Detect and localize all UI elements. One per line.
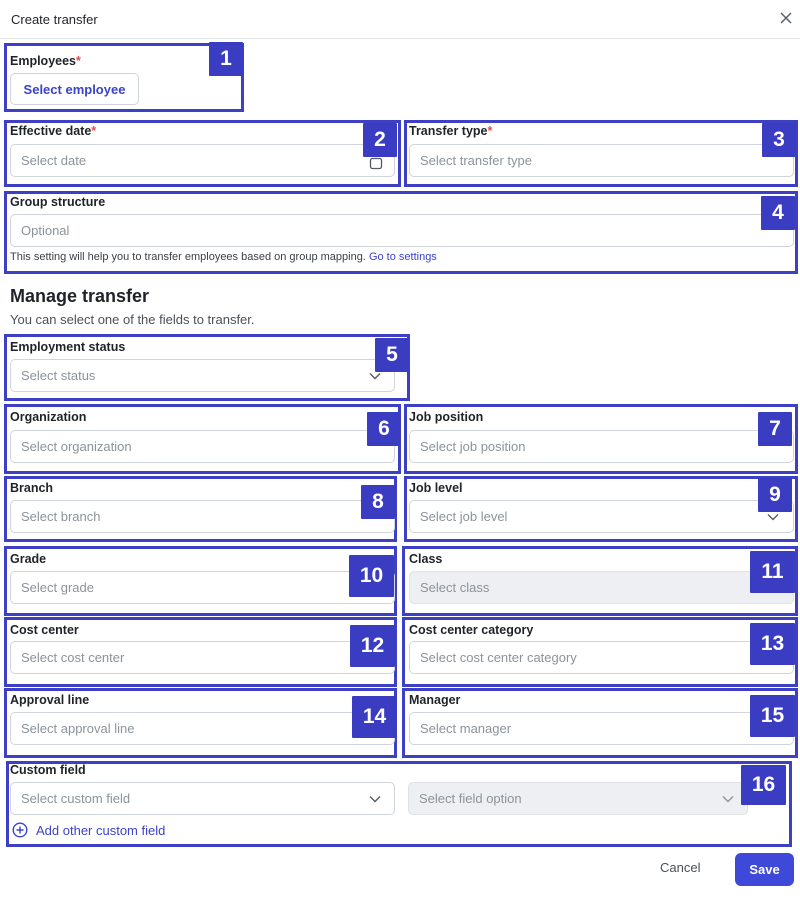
chevron-down-icon: [722, 796, 734, 803]
manager-select[interactable]: Select manager: [409, 712, 794, 745]
group-structure-label: Group structure: [10, 195, 106, 209]
cost-center-category-select[interactable]: Select cost center category: [409, 641, 794, 674]
group-structure-helper: This setting will help you to transfer e…: [10, 251, 437, 263]
annotation-badge: 1: [209, 42, 243, 76]
employment-status-select[interactable]: Select status: [10, 359, 395, 392]
select-employee-button[interactable]: Select employee: [10, 73, 139, 105]
annotation-badge: 13: [750, 623, 795, 665]
plus-circle-icon: [12, 822, 28, 838]
add-custom-field-link[interactable]: Add other custom field: [12, 822, 165, 838]
employees-label: Employees*: [10, 54, 81, 68]
add-custom-field-label: Add other custom field: [36, 822, 166, 838]
job-position-select[interactable]: Select job position: [409, 430, 794, 463]
grade-label: Grade: [10, 552, 47, 566]
annotation-badge: 14: [352, 696, 397, 738]
employment-status-label: Employment status: [10, 340, 126, 354]
dialog-title: Create transfer: [11, 12, 98, 27]
transfer-type-label: Transfer type*: [409, 124, 493, 138]
annotation-badge: 15: [750, 695, 795, 737]
save-button[interactable]: Save: [735, 853, 794, 886]
branch-select[interactable]: Select branch: [10, 500, 395, 533]
custom-field-option-select[interactable]: Select field option: [408, 782, 748, 815]
chevron-down-icon: [369, 373, 381, 380]
transfer-type-select[interactable]: Select transfer type: [409, 144, 794, 177]
approval-line-label: Approval line: [10, 693, 90, 707]
annotation-badge: 10: [349, 555, 394, 597]
grade-select[interactable]: Select grade: [10, 571, 395, 604]
cost-center-select[interactable]: Select cost center: [10, 641, 395, 674]
annotation-badge: 12: [350, 625, 395, 667]
effective-date-input[interactable]: Select date: [10, 144, 395, 177]
annotation-badge: 5: [375, 338, 409, 372]
approval-line-select[interactable]: Select approval line: [10, 712, 395, 745]
calendar-icon[interactable]: [369, 156, 383, 170]
job-level-label: Job level: [409, 481, 463, 495]
cancel-button[interactable]: Cancel: [660, 860, 700, 875]
annotation-badge: 2: [363, 123, 397, 157]
custom-field-label: Custom field: [10, 763, 86, 777]
annotation-badge: 16: [741, 765, 786, 805]
annotation-badge: 8: [361, 485, 395, 519]
organization-label: Organization: [10, 410, 87, 424]
class-select[interactable]: Select class: [409, 571, 794, 604]
organization-select[interactable]: Select organization: [10, 430, 395, 463]
chevron-down-icon: [369, 796, 381, 803]
branch-label: Branch: [10, 481, 54, 495]
class-label: Class: [409, 552, 443, 566]
dialog-header: Create transfer: [0, 0, 800, 39]
annotation-badge: 3: [762, 123, 796, 157]
cost-center-label: Cost center: [10, 623, 79, 637]
job-position-label: Job position: [409, 410, 484, 424]
effective-date-label: Effective date*: [10, 124, 97, 138]
chevron-down-icon: [767, 514, 779, 521]
annotation-badge: 6: [367, 412, 401, 446]
annotation-badge: 11: [750, 551, 795, 593]
go-to-settings-link[interactable]: Go to settings: [369, 251, 437, 263]
group-structure-select[interactable]: Optional: [10, 214, 794, 247]
manage-transfer-title: Manage transfer: [10, 286, 150, 306]
job-level-select[interactable]: Select job level: [409, 500, 794, 533]
manager-label: Manager: [409, 693, 461, 707]
annotation-badge: 4: [761, 196, 795, 230]
custom-field-select[interactable]: Select custom field: [10, 782, 395, 815]
annotation-badge: 7: [758, 412, 792, 446]
cost-center-category-label: Cost center category: [409, 623, 534, 637]
manage-transfer-subtitle: You can select one of the fields to tran…: [10, 312, 255, 327]
close-icon[interactable]: [779, 11, 793, 25]
annotation-badge: 9: [758, 478, 792, 512]
